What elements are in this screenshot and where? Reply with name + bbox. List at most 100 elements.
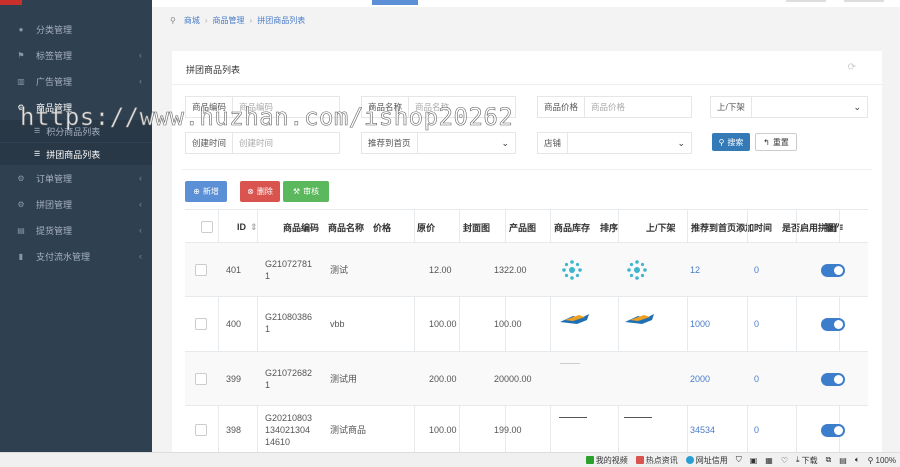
chevron-left-icon: ‹ bbox=[139, 251, 142, 261]
cell-sort[interactable]: 34534 bbox=[690, 424, 715, 436]
window-icon[interactable]: ⧉ bbox=[826, 455, 832, 465]
field-label: 商品编码 bbox=[186, 97, 234, 117]
sidebar-item-tags[interactable]: ⚑ 标签管理 ‹ bbox=[0, 43, 152, 67]
cell-name: 测试用 bbox=[330, 374, 358, 384]
product-code-input[interactable]: 商品编码 bbox=[233, 97, 339, 117]
audit-button[interactable]: ⚒ 审核 bbox=[283, 181, 329, 202]
column-header-stock: 商品库存 bbox=[554, 222, 591, 233]
sidebar-item-category[interactable]: ● 分类管理 bbox=[0, 17, 152, 41]
column-header-added-time: 添加时间 bbox=[736, 222, 773, 233]
breadcrumb-item[interactable]: 商城 bbox=[184, 15, 200, 26]
sound-icon[interactable]: 🔈︎ bbox=[855, 455, 860, 465]
refresh-icon[interactable]: ⟳ bbox=[848, 62, 856, 73]
card-title: 拼团商品列表 bbox=[186, 65, 241, 75]
select-all-checkbox[interactable] bbox=[201, 221, 213, 233]
table-row[interactable]: 399 G21072682 1 测试用 200.00 20000.00 2000… bbox=[185, 352, 868, 406]
store-select[interactable]: ⌄ bbox=[568, 133, 691, 153]
breadcrumb-separator: › bbox=[204, 15, 208, 25]
group-enabled-toggle[interactable] bbox=[821, 264, 845, 277]
cell-recommend[interactable]: 0 bbox=[754, 318, 759, 330]
product-image bbox=[624, 417, 652, 418]
chevron-down-icon: ⌄ bbox=[853, 101, 861, 112]
cell-code: G21080386 1 bbox=[265, 311, 312, 335]
grid-icon[interactable]: ▤ bbox=[839, 456, 847, 465]
table-row[interactable]: 398 G20210803 134021304 14610 测试商品 100.0… bbox=[185, 406, 868, 455]
column-header-id[interactable]: ID ⇕ bbox=[237, 210, 258, 244]
sidebar-item-products[interactable]: ⚙ 商品管理 bbox=[0, 95, 152, 119]
row-checkbox[interactable] bbox=[195, 373, 207, 385]
file-icon: ▮ bbox=[18, 251, 24, 261]
group-enabled-toggle[interactable] bbox=[821, 318, 845, 331]
field-label: 商品价格 bbox=[538, 97, 586, 117]
table-row[interactable]: 401 G21072781 1 测试 12.00 1322.00 12 0 bbox=[185, 243, 868, 297]
cell-product-price: 199.00 bbox=[494, 425, 522, 435]
top-button[interactable] bbox=[844, 0, 884, 2]
content-card: 拼团商品列表 ⟳ 商品编码 商品编码 商品名称 商品名称 商品价格 商品价格 上… bbox=[172, 51, 882, 456]
sidebar-subitem-group-products[interactable]: ☰ 拼团商品列表 bbox=[0, 143, 152, 165]
sidebar: ● 分类管理 ⚑ 标签管理 ‹ ▥ 广告管理 ‹ ⚙ 商品管理 ☰ 积分商品列表… bbox=[0, 0, 152, 452]
cell-recommend[interactable]: 0 bbox=[754, 424, 759, 436]
column-header-recommend: 推荐到首页 bbox=[691, 222, 737, 233]
row-checkbox[interactable] bbox=[195, 424, 207, 436]
delete-button[interactable]: ⊗ 删除 bbox=[240, 181, 280, 202]
cell-recommend[interactable]: 0 bbox=[754, 264, 759, 276]
search-button[interactable]: ⚲ 搜索 bbox=[712, 133, 750, 151]
column-header-original-price: 原价 bbox=[417, 222, 436, 233]
column-header-product-image: 产品图 bbox=[509, 222, 537, 233]
cell-id: 400 bbox=[226, 319, 242, 329]
shelf-status-select[interactable]: ⌄ bbox=[752, 97, 867, 117]
product-name-input[interactable]: 商品名称 bbox=[409, 97, 515, 117]
my-video-link[interactable]: 我的视频 bbox=[585, 455, 628, 466]
code-line: G21072682 bbox=[265, 368, 313, 378]
sidebar-subitem-points-products[interactable]: ☰ 积分商品列表 bbox=[0, 120, 152, 142]
breadcrumb-item[interactable]: 商品管理 bbox=[213, 15, 245, 26]
cell-name: 测试 bbox=[330, 265, 349, 275]
sidebar-item-ads[interactable]: ▥ 广告管理 ‹ bbox=[0, 69, 152, 93]
product-price-input[interactable]: 商品价格 bbox=[585, 97, 691, 117]
group-enabled-toggle[interactable] bbox=[821, 373, 845, 386]
plus-circle-icon: ⊕ bbox=[193, 187, 200, 196]
logo-mark bbox=[0, 0, 22, 5]
reset-button[interactable]: ↰ 重置 bbox=[755, 133, 797, 151]
top-navbar bbox=[152, 0, 900, 7]
created-time-input[interactable]: 创建时间 bbox=[233, 133, 339, 153]
shield-icon[interactable]: ⛉ bbox=[736, 455, 742, 465]
cell-original-price: 100.00 bbox=[429, 425, 457, 435]
zoom-control[interactable]: ⚲ 100% bbox=[868, 456, 896, 465]
heart-icon[interactable]: ♡ bbox=[781, 456, 788, 465]
download-link[interactable]: ⤓ 下载 bbox=[796, 455, 818, 466]
sidebar-item-orders[interactable]: ⚙ 订单管理 ‹ bbox=[0, 166, 152, 190]
divider bbox=[172, 84, 882, 85]
field-label: 店铺 bbox=[538, 133, 569, 153]
breadcrumb-item[interactable]: 拼团商品列表 bbox=[257, 15, 305, 26]
store-filter: 店铺 ⌄ bbox=[537, 132, 692, 154]
gallery-icon[interactable]: ▦ bbox=[765, 456, 773, 465]
field-label: 商品名称 bbox=[362, 97, 410, 117]
group-enabled-toggle[interactable] bbox=[821, 424, 845, 437]
row-checkbox[interactable] bbox=[195, 264, 207, 276]
cell-sort[interactable]: 2000 bbox=[690, 373, 710, 385]
product-name-filter: 商品名称 商品名称 bbox=[361, 96, 516, 118]
cell-recommend[interactable]: 0 bbox=[754, 373, 759, 385]
sidebar-item-payments[interactable]: ▮ 支付流水管理 ‹ bbox=[0, 244, 152, 268]
active-tab-indicator[interactable] bbox=[372, 0, 418, 5]
cell-sort[interactable]: 12 bbox=[690, 264, 700, 276]
field-label: 创建时间 bbox=[186, 133, 234, 153]
cell-product-price: 100.00 bbox=[494, 319, 522, 329]
cell-name: 测试商品 bbox=[330, 425, 367, 435]
code-line: 1 bbox=[265, 380, 271, 390]
table-row[interactable]: 400 G21080386 1 vbb 100.00 100.00 1000 0 bbox=[185, 297, 868, 352]
cell-id: 398 bbox=[226, 425, 242, 435]
row-checkbox[interactable] bbox=[195, 318, 207, 330]
image-icon[interactable]: ▣ bbox=[750, 456, 758, 465]
sidebar-item-group[interactable]: ⚙ 拼团管理 ‹ bbox=[0, 192, 152, 216]
site-credit-link[interactable]: 网址信用 bbox=[685, 455, 728, 466]
hot-news-link[interactable]: 热点资讯 bbox=[635, 455, 678, 466]
sidebar-item-pickup[interactable]: ▤ 提货管理 ‹ bbox=[0, 218, 152, 242]
location-pin-icon: ⚲ bbox=[170, 15, 176, 25]
cell-code: G21072781 1 bbox=[265, 258, 312, 282]
top-button[interactable] bbox=[786, 0, 826, 2]
cell-sort[interactable]: 1000 bbox=[690, 318, 710, 330]
add-button[interactable]: ⊕ 新增 bbox=[185, 181, 227, 202]
recommend-select[interactable]: ⌄ bbox=[418, 133, 515, 153]
